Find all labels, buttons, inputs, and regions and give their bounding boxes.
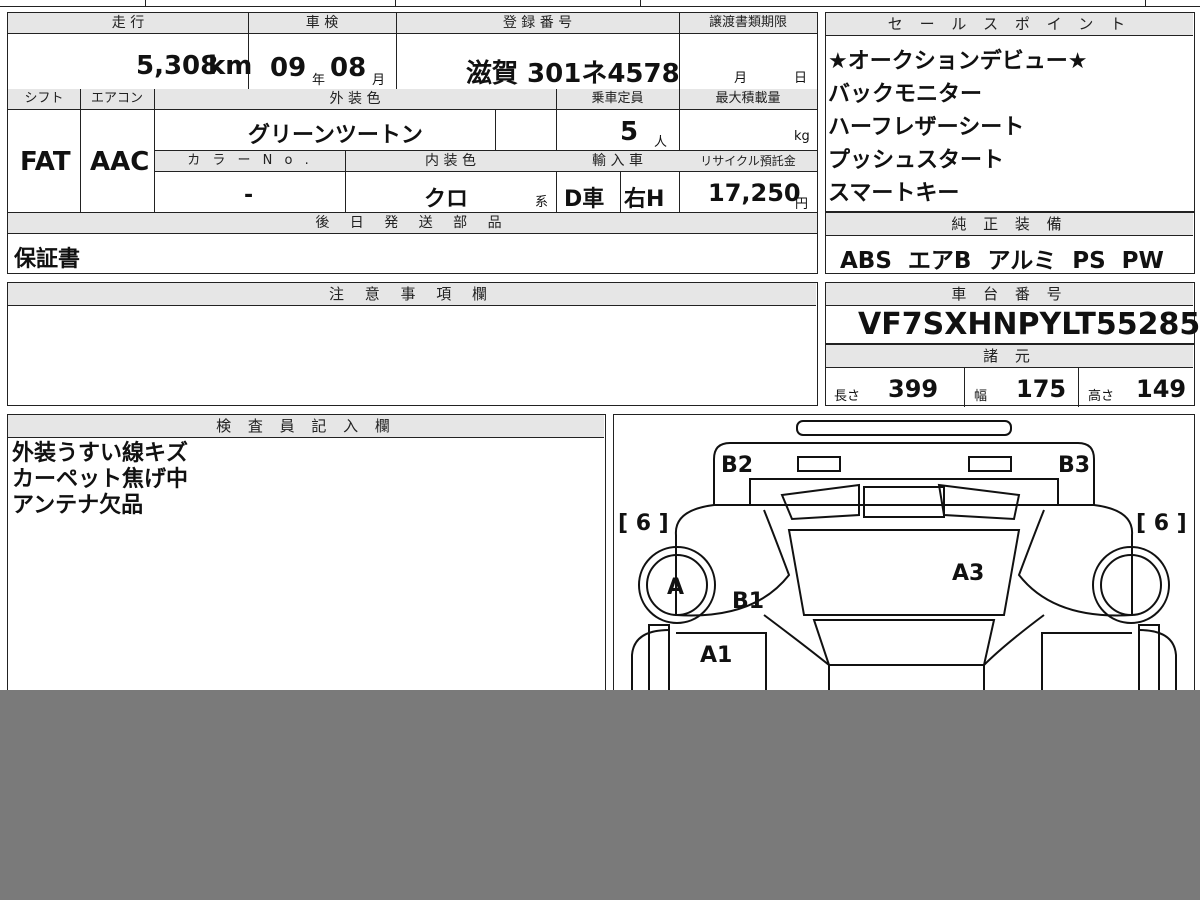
area-label-b1: B1 [732,589,765,614]
inspection-year: 09 [270,53,307,83]
transfer-month-unit: 月 [734,71,748,86]
area-label-b3: B3 [1058,453,1091,478]
interior-color-value: クロ [424,187,469,212]
later-parts-label: 後 日 発 送 部 品 [8,213,817,234]
right-tire-depth: [ 6 ] [1136,511,1187,536]
registration-value: 滋賀 301ネ4578 [466,59,680,89]
width-label: 幅 [974,389,988,404]
recycle-value: 17,250 [708,179,801,207]
notes-panel: 注 意 事 項 欄 [7,282,818,406]
inspection-month: 08 [330,53,367,83]
sales-point-item: ★オークションデビュー★ [828,49,1088,74]
import-type: D車 [564,187,605,212]
sales-point-item: ハーフレザーシート [828,115,1025,140]
inspector-panel: 検 査 員 記 入 欄 外装うすい線キズ カーペット焦げ中 アンテナ欠品 [7,414,606,704]
left-tire-depth: [ 6 ] [618,511,669,536]
shift-value: FAT [20,147,71,177]
specs-label: 諸 元 [826,345,1193,368]
genuine-equipment-value: ABS エアB アルミ PS PW [840,248,1164,274]
width-value: 175 [1016,375,1067,403]
exterior-color-value: グリーンツートン [248,123,423,148]
sales-points-panel: セ ー ル ス ポ イ ン ト ★オークションデビュー★ バックモニター ハーフ… [825,12,1195,212]
capacity-value: 5 [620,117,639,147]
area-label-a: A [667,575,685,600]
vehicle-info-table: 走 行 車 検 登 録 番 号 譲渡書類期限 5,308 km 09 年 08 … [7,12,818,274]
inspection-year-unit: 年 [312,73,326,88]
sales-point-item: スマートキー [828,181,960,206]
capacity-unit: 人 [654,135,668,150]
top-strip [0,0,1200,8]
color-no-value: - [244,183,254,208]
exterior-color-label: 外 装 色 [154,89,556,110]
length-value: 399 [888,375,939,403]
transfer-deadline-label: 譲渡書類期限 [679,13,817,34]
mileage-unit: km [208,51,253,81]
length-label: 長さ [834,389,861,404]
steering-side: 右H [624,187,665,212]
color-no-label: カ ラ ー N o . [155,151,345,172]
inspection-month-unit: 月 [372,73,386,88]
aircon-value: AAC [90,147,150,177]
mileage-value: 5,308 [136,51,219,81]
genuine-equipment-label: 純 正 装 備 [826,213,1193,236]
area-label-a1: A1 [700,643,733,668]
max-load-label: 最大積載量 [679,89,817,110]
inspector-line: カーペット焦げ中 [12,467,189,492]
mileage-label: 走 行 [8,13,248,34]
import-label: 輸 入 車 [556,151,679,172]
inspector-line: アンテナ欠品 [12,493,144,518]
inspector-line: 外装うすい線キズ [12,441,189,466]
chassis-value: VF7SXHNPYLT552852 [858,307,1200,342]
inspection-label: 車 検 [248,13,396,34]
redaction-overlay [0,690,1200,900]
shift-label: シフト [8,89,80,110]
sales-point-item: プッシュスタート [828,148,1005,173]
genuine-equipment-panel: 純 正 装 備 ABS エアB アルミ PS PW [825,212,1195,274]
later-parts-value: 保証書 [14,247,81,272]
max-load-unit: kg [794,129,810,144]
sales-points-list: ★オークションデビュー★ バックモニター ハーフレザーシート プッシュスタート … [828,45,1087,210]
car-diagram-panel: B2 B3 [ 6 ] [ 6 ] A B1 A3 A1 [613,414,1195,704]
transfer-day-unit: 日 [794,71,808,86]
sales-points-label: セ ー ル ス ポ イ ン ト [826,13,1193,36]
area-label-a3: A3 [952,561,985,586]
registration-label: 登 録 番 号 [396,13,679,34]
recycle-unit: 円 [795,197,809,212]
chassis-label: 車 台 番 号 [826,283,1193,306]
inspector-lines: 外装うすい線キズ カーペット焦げ中 アンテナ欠品 [12,441,188,519]
area-label-b2: B2 [721,453,754,478]
sales-point-item: バックモニター [828,82,983,107]
inspector-label: 検 査 員 記 入 欄 [8,415,604,438]
aircon-label: エアコン [80,89,154,110]
height-label: 高さ [1088,389,1115,404]
recycle-label: リサイクル預託金 [679,151,817,172]
capacity-label: 乗車定員 [556,89,679,110]
interior-color-label: 内 装 色 [345,151,556,172]
chassis-panel: 車 台 番 号 VF7SXHNPYLT552852 [825,282,1200,344]
height-value: 149 [1136,375,1187,403]
specs-panel: 諸 元 長さ 399 幅 175 高さ 149 [825,344,1195,407]
interior-color-suffix: 系 [535,195,549,210]
notes-label: 注 意 事 項 欄 [8,283,816,306]
